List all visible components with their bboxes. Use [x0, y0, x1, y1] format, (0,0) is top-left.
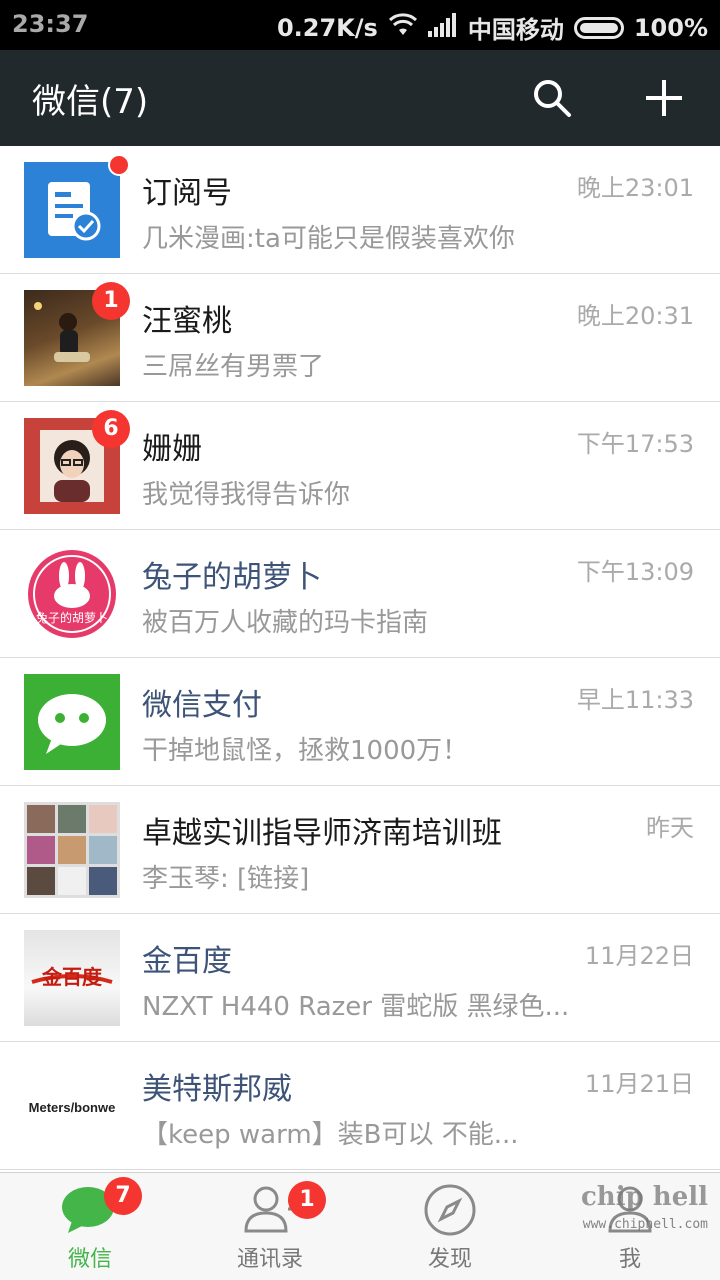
chat-name: 汪蜜桃: [142, 304, 232, 339]
metersbonwe-logo-text: Meters/bonwe: [29, 1100, 116, 1115]
chat-preview: 被百万人收藏的玛卡指南: [142, 608, 429, 638]
chat-time: 晚上20:31: [576, 302, 694, 330]
tab-discover[interactable]: 发现: [360, 1173, 540, 1280]
chat-preview: 李玉琴: [链接]: [142, 864, 310, 894]
chat-time: 11月21日: [584, 1070, 694, 1098]
watermark-url: www.chiphell.com: [582, 1217, 708, 1232]
search-icon: [534, 80, 571, 117]
tab-chats[interactable]: 7 微信: [0, 1173, 180, 1280]
watermark-brand: chip hell: [580, 1182, 708, 1212]
chat-name: 卓越实训指导师济南培训班: [142, 816, 502, 851]
compass-icon: [423, 1183, 477, 1241]
wechat-logo: [24, 674, 120, 770]
unread-badge: 6: [92, 410, 130, 448]
chat-time: 下午17:53: [576, 430, 694, 458]
chat-row[interactable]: 金百度 金百度 NZXT H440 Razer 雷蛇版 黑绿色... 11月22…: [0, 914, 720, 1042]
subscription-icon: [48, 182, 101, 241]
tab-label: 微信: [67, 1247, 112, 1272]
metersbonwe-logo: Meters/bonwe: [24, 1058, 120, 1154]
chat-row[interactable]: 6 姗姗 我觉得我得告诉你 下午17:53: [0, 402, 720, 530]
chat-name: 兔子的胡萝卜: [142, 560, 322, 595]
signal-icon: [427, 12, 458, 43]
page-title: 微信(7): [32, 82, 149, 122]
battery-percent: 100%: [633, 13, 708, 42]
chat-row[interactable]: 1 汪蜜桃 三屌丝有男票了 晚上20:31: [0, 274, 720, 402]
status-bar: 23:37 0.27K/s 中国移动 100%: [0, 0, 720, 50]
watermark: chip hell www.chiphell.com: [580, 1182, 708, 1237]
chat-preview: 【keep warm】装B可以 不能...: [142, 1120, 519, 1150]
chat-list: 订阅号 几米漫画:ta可能只是假装喜欢你 晚上23:01 1 汪蜜桃 三屌丝有男…: [0, 146, 720, 1170]
chat-time: 早上11:33: [576, 686, 694, 714]
chat-preview: 三屌丝有男票了: [142, 352, 325, 382]
group-avatar: [24, 802, 120, 898]
add-button[interactable]: [640, 74, 688, 122]
chat-name: 美特斯邦威: [142, 1072, 292, 1107]
chat-name: 姗姗: [142, 432, 202, 467]
chat-preview: 干掉地鼠怪，拯救1000万！: [142, 736, 469, 766]
search-button[interactable]: [528, 74, 576, 122]
chat-time: 11月22日: [584, 942, 694, 970]
chat-name: 微信支付: [142, 688, 262, 723]
chat-time: 下午13:09: [576, 558, 694, 586]
plus-icon: [646, 80, 682, 116]
status-right: 0.27K/s 中国移动 100%: [277, 10, 708, 45]
tab-contacts[interactable]: 1 通讯录: [180, 1173, 360, 1280]
tab-badge: 1: [288, 1181, 326, 1219]
chat-row[interactable]: 微信支付 干掉地鼠怪，拯救1000万！ 早上11:33: [0, 658, 720, 786]
unread-dot: [108, 154, 130, 176]
tab-label: 通讯录: [236, 1247, 303, 1272]
unread-badge: 1: [92, 282, 130, 320]
chat-preview: NZXT H440 Razer 雷蛇版 黑绿色...: [142, 992, 570, 1022]
chat-preview: 几米漫画:ta可能只是假装喜欢你: [142, 224, 515, 254]
subscription-avatar: [24, 162, 120, 258]
jinbaidu-logo: 金百度: [24, 930, 120, 1026]
chat-row[interactable]: 兔子的胡萝卜 兔子的胡萝卜 被百万人收藏的玛卡指南 下午13:09: [0, 530, 720, 658]
tab-badge: 7: [104, 1177, 142, 1215]
tab-label: 我: [618, 1247, 641, 1272]
battery-icon: [573, 16, 624, 39]
wifi-icon: [388, 12, 418, 43]
chat-time: 昨天: [646, 814, 694, 842]
chat-name: 订阅号: [142, 176, 232, 211]
chat-row[interactable]: 订阅号 几米漫画:ta可能只是假装喜欢你 晚上23:01: [0, 146, 720, 274]
chat-time: 晚上23:01: [576, 174, 694, 202]
rabbit-logo: 兔子的胡萝卜: [24, 546, 120, 642]
chat-row[interactable]: Meters/bonwe 美特斯邦威 【keep warm】装B可以 不能...…: [0, 1042, 720, 1170]
app-header: 微信(7): [0, 50, 720, 146]
chat-row[interactable]: 卓越实训指导师济南培训班 李玉琴: [链接] 昨天: [0, 786, 720, 914]
jinbaidu-logo-text: 金百度: [41, 965, 103, 989]
chat-preview: 我觉得我得告诉你: [142, 480, 351, 510]
carrier-name: 中国移动: [467, 16, 564, 44]
network-speed: 0.27K/s: [276, 13, 378, 42]
rabbit-logo-text: 兔子的胡萝卜: [36, 610, 108, 625]
tab-label: 发现: [427, 1247, 472, 1272]
chat-name: 金百度: [142, 944, 232, 979]
